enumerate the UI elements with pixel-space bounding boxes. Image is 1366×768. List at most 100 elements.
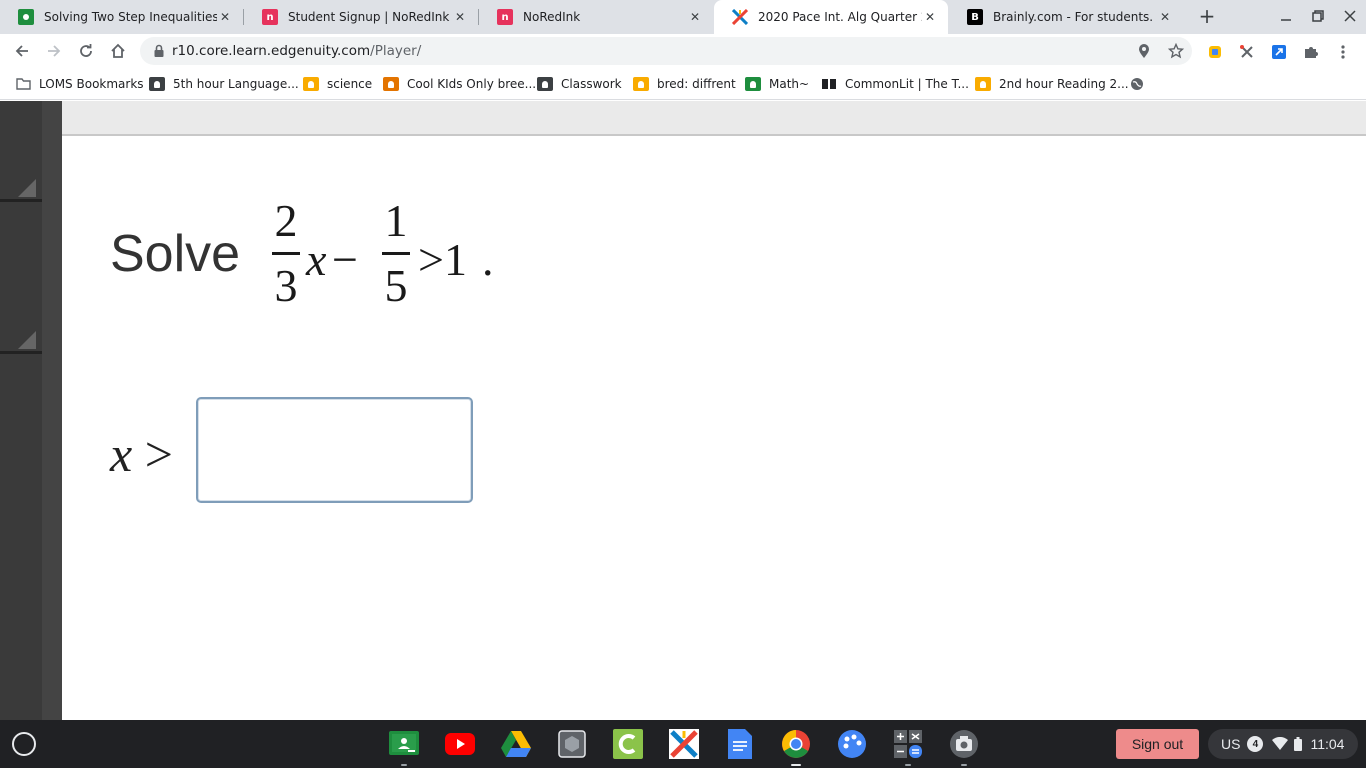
edgenuity-icon[interactable] [668, 728, 700, 760]
running-indicator [791, 764, 801, 766]
google-drive-icon[interactable] [500, 728, 532, 760]
answer-variable: x [110, 426, 133, 482]
lock-icon[interactable] [152, 44, 166, 58]
running-indicator [401, 764, 407, 766]
close-icon[interactable]: ✕ [217, 9, 233, 25]
home-icon [111, 43, 125, 58]
expand-extension-icon[interactable] [1270, 43, 1288, 61]
bookmark-classwork[interactable]: Classwork [537, 75, 622, 93]
classroom-icon [149, 77, 165, 91]
location-pin-icon[interactable] [1135, 42, 1153, 60]
bookmark-label: CommonLit | The T... [845, 77, 969, 91]
bookmark-label: Cool KIds Only bree... [407, 77, 537, 91]
close-icon[interactable]: ✕ [452, 9, 468, 25]
equation-minus: − [332, 234, 358, 285]
sign-out-button[interactable]: Sign out [1116, 729, 1199, 759]
address-bar[interactable]: r10.core.learn.edgenuity.com/Player/ [140, 37, 1192, 65]
question-content: Solve 2 3 x − 1 5 >1 . x > [62, 138, 1366, 720]
equation-relation: >1 [418, 234, 467, 285]
running-indicator [905, 764, 911, 766]
google-classroom-icon[interactable] [388, 728, 420, 766]
wifi-icon [1272, 737, 1289, 750]
browser-toolbar: r10.core.learn.edgenuity.com/Player/ [0, 34, 1366, 68]
resize-handle[interactable] [18, 179, 36, 197]
noredink-icon: n [262, 9, 278, 25]
bookmark-commonlit[interactable]: CommonLit | The T... [821, 75, 969, 93]
fraction-bar [382, 252, 410, 255]
menu-dots-icon[interactable] [1334, 43, 1352, 61]
new-tab-button[interactable]: + [1196, 4, 1218, 28]
url-text[interactable]: r10.core.learn.edgenuity.com/Player/ [172, 43, 421, 59]
tab-title: Solving Two Step Inequalities [44, 10, 217, 24]
tab-solving-inequalities[interactable]: Solving Two Step Inequalities ✕ [0, 0, 243, 34]
bookmark-5th-hour[interactable]: 5th hour Language... [149, 75, 299, 93]
answer-input[interactable] [196, 397, 473, 503]
google-docs-icon[interactable] [724, 728, 756, 760]
inequality-expression: 2 3 x − 1 5 >1 . [270, 198, 570, 328]
tab-strip: Solving Two Step Inequalities ✕ n Studen… [0, 0, 1366, 34]
arrow-left-icon [15, 45, 28, 57]
tab-title: Brainly.com - For students. By st [993, 10, 1157, 24]
youtube-icon[interactable] [444, 728, 476, 760]
restore-icon[interactable] [1308, 6, 1328, 26]
scissors-extension-icon[interactable] [1238, 43, 1256, 61]
reload-button[interactable] [74, 39, 98, 63]
bookmark-math[interactable]: Math~ [745, 75, 809, 93]
tab-brainly[interactable]: B Brainly.com - For students. By st ✕ [949, 0, 1183, 34]
bookmark-label: bred: diffrent [657, 77, 736, 91]
bookmark-science[interactable]: science [303, 75, 372, 93]
resize-handle[interactable] [18, 331, 36, 349]
bookmark-cool-kids[interactable]: Cool KIds Only bree... [383, 75, 536, 93]
calculator-icon[interactable] [892, 728, 924, 766]
home-button[interactable] [106, 39, 130, 63]
minimize-icon[interactable] [1276, 6, 1296, 26]
c-app-icon[interactable] [612, 728, 644, 760]
tab-title: 2020 Pace Int. Alg Quarter 2 (In [758, 10, 922, 24]
window-close-icon[interactable] [1340, 6, 1360, 26]
back-button[interactable] [10, 39, 34, 63]
question-prompt: Solve [110, 225, 241, 283]
equation-variable: x [306, 234, 327, 285]
os-shelf: Sign out US 4 11:04 [0, 720, 1366, 768]
palette-icon[interactable] [836, 728, 868, 760]
classroom-icon [745, 77, 761, 91]
close-icon[interactable]: ✕ [1157, 9, 1173, 25]
tab-title: Student Signup | NoRedInk [288, 10, 450, 24]
tab-edgenuity[interactable]: 2020 Pace Int. Alg Quarter 2 (In ✕ [714, 0, 948, 34]
bookmark-bred[interactable]: bred: diffrent [633, 75, 736, 93]
cube-app-icon[interactable] [556, 728, 588, 760]
tab-noredink[interactable]: n NoRedInk ✕ [479, 0, 713, 34]
classroom-icon [537, 77, 553, 91]
classroom-icon [383, 77, 399, 91]
side-panel-strip [0, 101, 42, 720]
launcher-button[interactable] [12, 732, 36, 756]
bookmark-star-icon[interactable] [1167, 42, 1185, 60]
status-tray[interactable]: US 4 11:04 [1208, 729, 1358, 759]
bookmark-2nd-hour[interactable]: 2nd hour Reading 2... [975, 75, 1129, 93]
fraction-numerator: 2 [274, 195, 298, 246]
bookmark-label: 5th hour Language... [173, 77, 299, 91]
bookmark-label: Math~ [769, 77, 810, 91]
bookmark-label: science [327, 77, 373, 91]
extension-icon[interactable] [1206, 43, 1224, 61]
player-side-panel [0, 101, 62, 720]
forward-button[interactable] [42, 39, 66, 63]
fraction-two-thirds: 2 3 [270, 198, 302, 309]
bookmark-label: LOMS Bookmarks [39, 77, 144, 91]
camera-icon[interactable] [948, 728, 980, 766]
puzzle-icon[interactable] [1302, 43, 1320, 61]
fraction-denominator: 3 [274, 260, 298, 311]
bookmark-loms[interactable]: LOMS Bookmarks [15, 75, 144, 93]
folder-icon [15, 77, 31, 91]
url-path: /Player/ [370, 43, 422, 59]
close-icon[interactable]: ✕ [922, 9, 938, 25]
globe-icon [1129, 77, 1145, 91]
tab-student-signup[interactable]: n Student Signup | NoRedInk ✕ [244, 0, 478, 34]
classroom-icon [975, 77, 991, 91]
book-icon [821, 77, 837, 91]
close-icon[interactable]: ✕ [687, 9, 703, 25]
chrome-icon[interactable] [780, 728, 812, 766]
classroom-icon [303, 77, 319, 91]
bookmark-globe[interactable] [1129, 75, 1153, 93]
panel-divider [0, 199, 42, 202]
